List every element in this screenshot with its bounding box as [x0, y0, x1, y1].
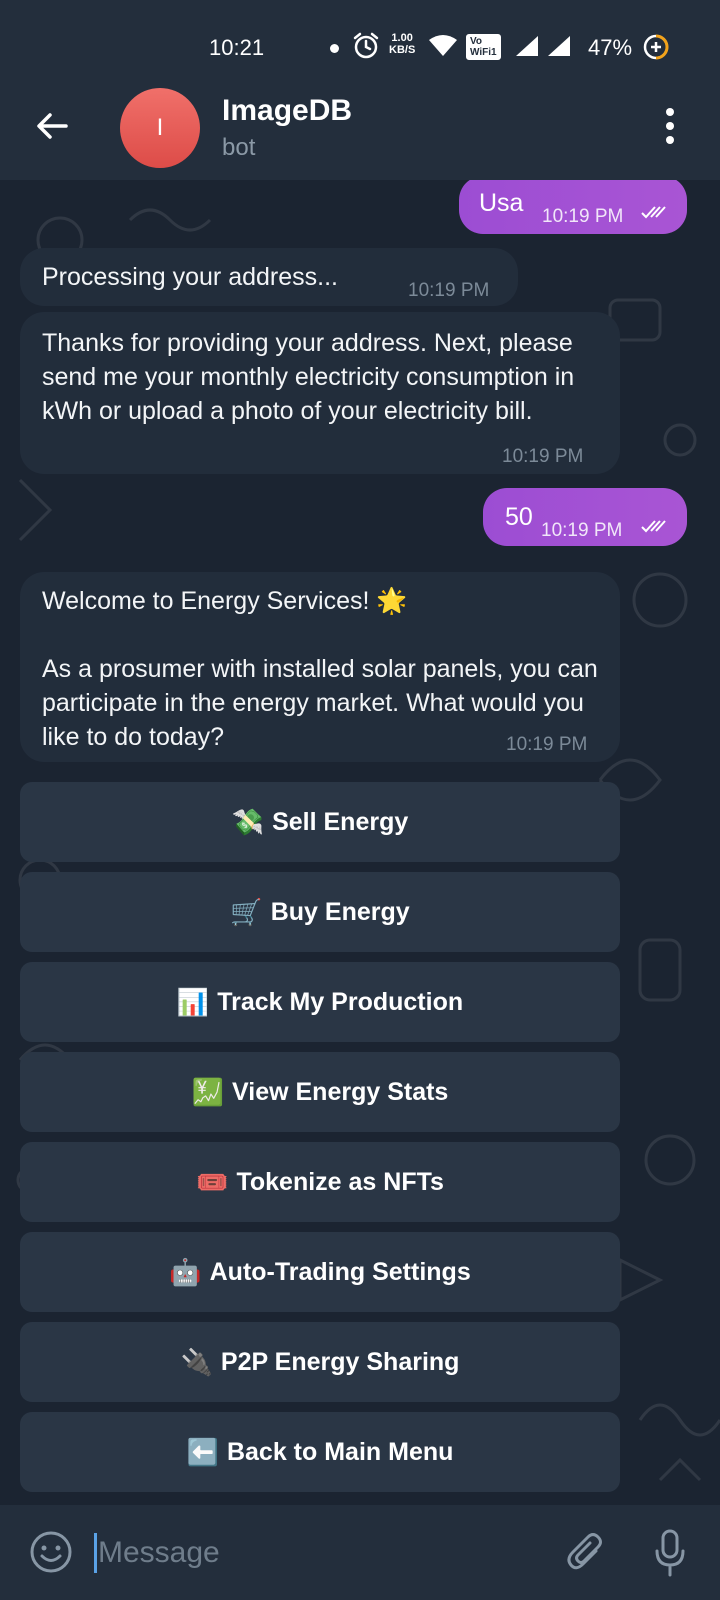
- keyboard-button-label: Tokenize as NFTs: [236, 1167, 444, 1196]
- message-bubble-incoming[interactable]: Processing your address... 10:19 PM: [20, 248, 518, 306]
- chat-subtitle: bot: [222, 134, 256, 161]
- vowifi-bottom: WiFi: [470, 47, 492, 58]
- chat-header: I ImageDB bot: [0, 80, 720, 180]
- network-speed: 1.00 KB/S: [389, 32, 415, 56]
- network-speed-value: 1.00: [391, 32, 413, 44]
- network-speed-unit: KB/S: [389, 44, 416, 56]
- bar-chart-icon: 📊: [176, 987, 210, 1017]
- shopping-cart-icon: 🛒: [230, 897, 263, 927]
- message-composer: [0, 1505, 720, 1600]
- alarm-icon: [353, 32, 379, 59]
- message-text: Processing your address...: [42, 263, 338, 291]
- message-time: 10:19 PM: [541, 520, 623, 541]
- battery-saver-icon: [643, 34, 669, 60]
- keyboard-button-label: Auto-Trading Settings: [209, 1257, 471, 1286]
- message-input[interactable]: [98, 1531, 538, 1575]
- vowifi-top: Vo: [470, 36, 483, 47]
- money-wings-icon: 💸: [231, 807, 265, 837]
- chat-area[interactable]: Usa 10:19 PM Processing your address... …: [0, 180, 720, 1505]
- battery-percent: 47%: [588, 35, 633, 60]
- message-text: Usa: [479, 189, 524, 217]
- signal-icon-2: [548, 36, 570, 56]
- keyboard-button-auto-trading[interactable]: 🤖 Auto-Trading Settings: [20, 1232, 620, 1312]
- message-time: 10:19 PM: [502, 446, 584, 467]
- emoji-icon[interactable]: [28, 1529, 74, 1575]
- message-bubble-outgoing[interactable]: 50 10:19 PM: [483, 488, 687, 546]
- keyboard-button-sell-energy[interactable]: 💸 Sell Energy: [20, 782, 620, 862]
- vowifi-num: 1: [491, 47, 497, 58]
- message-bubble-incoming[interactable]: Thanks for providing your address. Next,…: [20, 312, 620, 474]
- keyboard-button-label: Back to Main Menu: [226, 1437, 454, 1466]
- vowifi-badge: Vo WiFi1: [466, 34, 501, 60]
- message-time: 10:19 PM: [542, 206, 624, 227]
- double-check-icon: [641, 206, 666, 219]
- keyboard-button-label: View Energy Stats: [232, 1077, 449, 1106]
- signal-icon: [516, 36, 538, 56]
- keyboard-button-label: P2P Energy Sharing: [220, 1347, 460, 1376]
- keyboard-button-label: Track My Production: [217, 987, 464, 1016]
- message-text: Thanks for providing your address. Next,…: [42, 329, 582, 425]
- keyboard-button-tokenize-nfts[interactable]: 🎟️ Tokenize as NFTs: [20, 1142, 620, 1222]
- status-time: 10:21: [209, 35, 265, 60]
- keyboard-button-track-production[interactable]: 📊 Track My Production: [20, 962, 620, 1042]
- left-arrow-icon: ⬅️: [186, 1437, 219, 1467]
- telegram-chat-screen: 10:21 1.00 KB/S Vo WiFi1 47% I ImageDB b…: [0, 0, 720, 1600]
- ticket-icon: 🎟️: [196, 1167, 229, 1197]
- status-bar: 10:21 1.00 KB/S Vo WiFi1 47%: [0, 28, 720, 68]
- message-bubble-incoming[interactable]: Welcome to Energy Services! 🌟 As a prosu…: [20, 572, 620, 762]
- keyboard-button-buy-energy[interactable]: 🛒 Buy Energy: [20, 872, 620, 952]
- keyboard-button-view-stats[interactable]: 💹 View Energy Stats: [20, 1052, 620, 1132]
- microphone-icon[interactable]: [654, 1529, 686, 1577]
- attach-icon[interactable]: [566, 1531, 606, 1575]
- back-arrow-icon[interactable]: [32, 106, 72, 146]
- more-vertical-icon[interactable]: [660, 104, 680, 148]
- chart-yen-icon: 💹: [191, 1077, 225, 1107]
- robot-icon: 🤖: [169, 1257, 202, 1287]
- text-caret: [94, 1533, 97, 1573]
- message-time: 10:19 PM: [506, 734, 588, 755]
- top-bar: 10:21 1.00 KB/S Vo WiFi1 47% I ImageDB b…: [0, 0, 720, 180]
- wifi-icon: [429, 35, 457, 56]
- keyboard-button-back-main-menu[interactable]: ⬅️ Back to Main Menu: [20, 1412, 620, 1492]
- chat-title[interactable]: ImageDB: [222, 94, 352, 128]
- message-bubble-outgoing[interactable]: Usa 10:19 PM: [459, 180, 687, 234]
- keyboard-button-label: Buy Energy: [270, 897, 410, 926]
- plug-icon: 🔌: [180, 1347, 213, 1377]
- double-check-icon: [641, 520, 666, 533]
- keyboard-button-label: Sell Energy: [272, 807, 409, 836]
- message-text: 50: [505, 503, 533, 531]
- notification-dot-icon: [330, 44, 339, 53]
- keyboard-button-p2p-sharing[interactable]: 🔌 P2P Energy Sharing: [20, 1322, 620, 1402]
- message-time: 10:19 PM: [408, 280, 490, 301]
- avatar[interactable]: I: [120, 88, 200, 168]
